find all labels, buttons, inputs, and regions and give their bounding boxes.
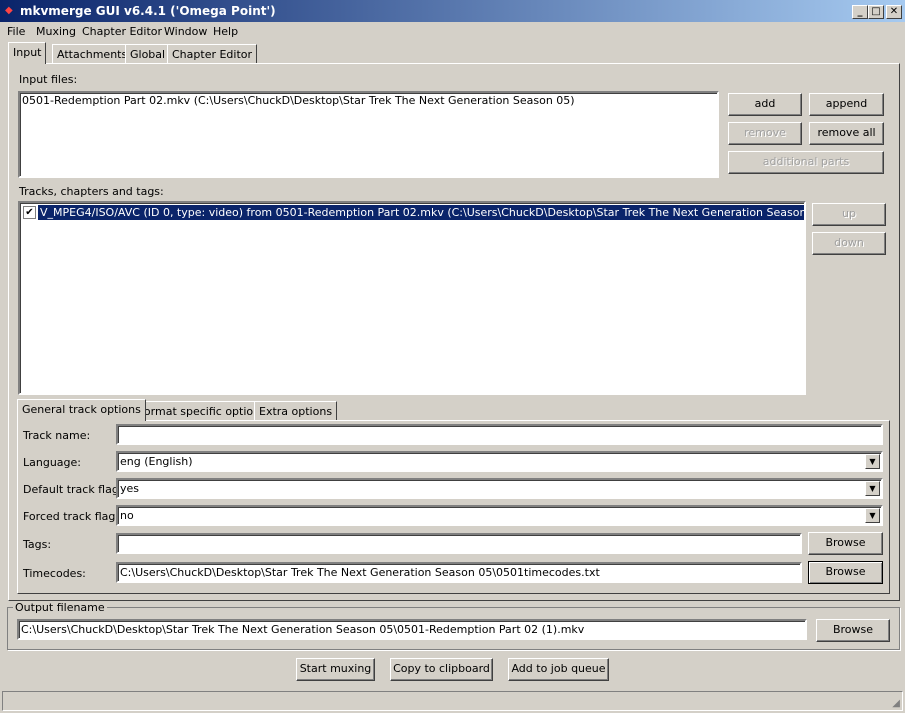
input-files-label: Input files:	[19, 73, 78, 86]
track-name-input[interactable]	[116, 424, 883, 445]
output-label: Output filename	[13, 601, 107, 614]
start-muxing-button[interactable]: Start muxing	[296, 658, 375, 681]
tab-attachments[interactable]: Attachments	[52, 44, 133, 64]
default-flag-label: Default track flag:	[23, 483, 123, 496]
window-title: mkvmerge GUI v6.4.1 ('Omega Point')	[20, 4, 276, 18]
forced-flag-value: no	[120, 509, 134, 522]
append-button[interactable]: append	[809, 93, 884, 116]
remove-all-button[interactable]: remove all	[809, 122, 884, 145]
add-button[interactable]: add	[728, 93, 802, 116]
timecodes-label: Timecodes:	[23, 567, 86, 580]
language-label: Language:	[23, 456, 81, 469]
output-filename-input[interactable]: C:\Users\ChuckD\Desktop\Star Trek The Ne…	[17, 619, 807, 640]
tab-input[interactable]: Input	[8, 42, 47, 64]
add-to-job-queue-button[interactable]: Add to job queue	[508, 658, 609, 681]
tracks-label: Tracks, chapters and tags:	[19, 185, 164, 198]
app-icon: ◆	[5, 5, 13, 16]
menu-file[interactable]: File	[7, 25, 25, 38]
tracks-list[interactable]: ✔ V_MPEG4/ISO/AVC (ID 0, type: video) fr…	[18, 201, 806, 395]
subtab-general[interactable]: General track options	[17, 399, 146, 421]
timecodes-browse-button[interactable]: Browse	[808, 561, 883, 584]
title-bar: ◆ mkvmerge GUI v6.4.1 ('Omega Point') _ …	[0, 0, 905, 22]
tags-label: Tags:	[23, 538, 52, 551]
chevron-down-icon[interactable]: ▼	[865, 481, 880, 496]
remove-button[interactable]: remove	[728, 122, 802, 145]
tags-browse-button[interactable]: Browse	[808, 532, 883, 555]
input-file-item[interactable]: 0501-Redemption Part 02.mkv (C:\Users\Ch…	[20, 93, 717, 108]
subtab-format-specific[interactable]: Format specific options	[133, 401, 271, 421]
close-button[interactable]: ✕	[886, 5, 902, 19]
up-button[interactable]: up	[812, 203, 886, 226]
subtab-extra[interactable]: Extra options	[254, 401, 338, 421]
menu-help[interactable]: Help	[213, 25, 238, 38]
tab-chapter-editor[interactable]: Chapter Editor	[167, 44, 258, 64]
status-bar: ◢	[2, 691, 903, 711]
resize-grip-icon[interactable]: ◢	[892, 698, 900, 709]
track-text: V_MPEG4/ISO/AVC (ID 0, type: video) from…	[38, 205, 804, 220]
down-button[interactable]: down	[812, 232, 886, 255]
input-files-list[interactable]: 0501-Redemption Part 02.mkv (C:\Users\Ch…	[18, 91, 719, 178]
forced-flag-label: Forced track flag:	[23, 510, 120, 523]
default-flag-select[interactable]: yes ▼	[116, 478, 883, 499]
menu-muxing[interactable]: Muxing	[36, 25, 76, 38]
additional-parts-button[interactable]: additional parts	[728, 151, 884, 174]
menu-window[interactable]: Window	[164, 25, 207, 38]
track-item[interactable]: ✔ V_MPEG4/ISO/AVC (ID 0, type: video) fr…	[22, 205, 804, 220]
tab-global[interactable]: Global	[125, 44, 171, 64]
forced-flag-select[interactable]: no ▼	[116, 505, 883, 526]
maximize-button[interactable]: □	[868, 5, 884, 19]
chevron-down-icon[interactable]: ▼	[865, 508, 880, 523]
minimize-button[interactable]: _	[852, 5, 868, 19]
menu-chapter-editor[interactable]: Chapter Editor	[82, 25, 162, 38]
timecodes-input[interactable]: C:\Users\ChuckD\Desktop\Star Trek The Ne…	[116, 562, 802, 583]
default-flag-value: yes	[120, 482, 140, 495]
copy-to-clipboard-button[interactable]: Copy to clipboard	[390, 658, 493, 681]
chevron-down-icon[interactable]: ▼	[865, 454, 880, 469]
track-name-label: Track name:	[23, 429, 91, 442]
tags-input[interactable]	[116, 533, 802, 554]
language-value: eng (English)	[120, 455, 193, 468]
language-select[interactable]: eng (English) ▼	[116, 451, 883, 472]
track-checkbox[interactable]: ✔	[23, 206, 36, 219]
output-browse-button[interactable]: Browse	[816, 619, 890, 642]
